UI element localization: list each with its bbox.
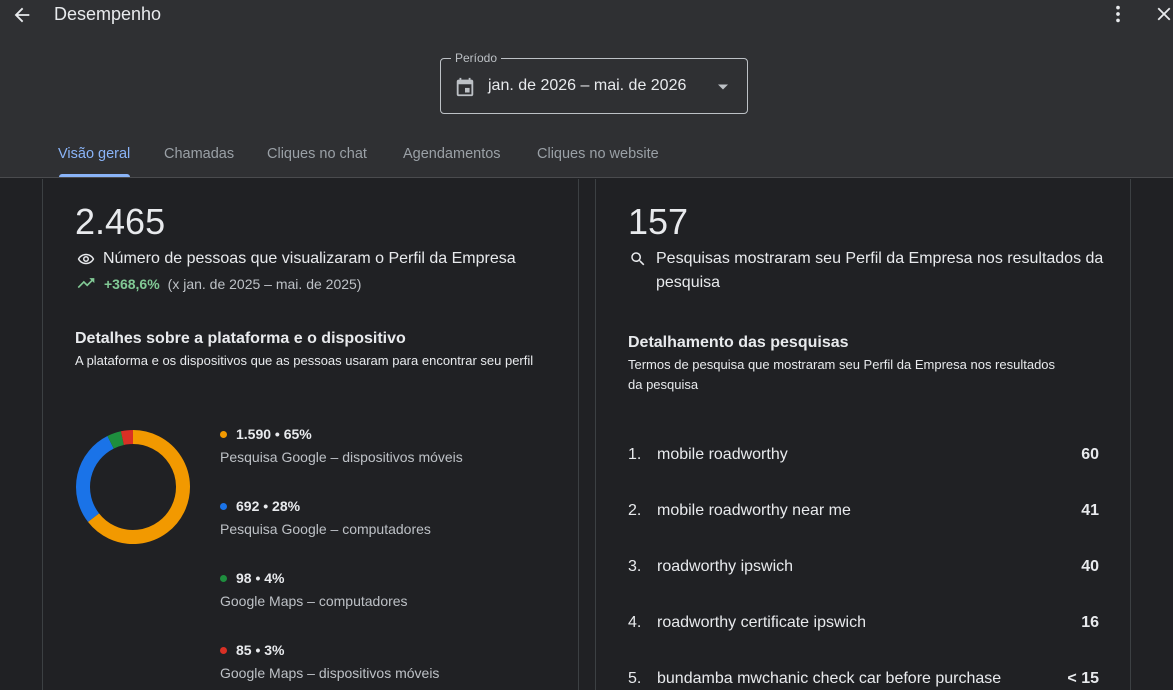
search-count: 16	[1081, 614, 1099, 631]
legend-item: 692 • 28% Pesquisa Google – computadores	[220, 498, 431, 537]
rank-number: 4.	[628, 614, 642, 631]
page-title: Desempenho	[54, 4, 162, 24]
calendar-icon	[456, 77, 474, 97]
search-term: mobile roadworthy	[657, 446, 788, 463]
orange-dot	[220, 430, 227, 438]
legend-value: 98 • 4%	[236, 570, 285, 586]
searches-label: Pesquisas mostraram seu Perfil da Empres…	[656, 250, 1104, 291]
eye-icon	[77, 253, 95, 265]
legend-label: Pesquisa Google – computadores	[220, 521, 431, 537]
legend-label: Google Maps – computadores	[220, 593, 408, 609]
period-selector[interactable]: Período jan. de 2026 – mai. de 2026	[440, 51, 748, 114]
search-count: 40	[1081, 558, 1099, 575]
tab-visao-geral[interactable]: Visão geral	[58, 146, 130, 162]
profile-views-count: 2.465	[75, 201, 166, 242]
search-term: roadworthy certificate ipswich	[657, 614, 866, 631]
searches-card: 157 Pesquisas mostraram seu Perfil da Em…	[595, 179, 1131, 690]
search-term: mobile roadworthy near me	[657, 502, 851, 519]
search-term-row[interactable]: 1. mobile roadworthy 60	[628, 443, 1099, 467]
search-term-row[interactable]: 5. bundamba mwchanic check car before pu…	[628, 667, 1099, 690]
legend-label: Pesquisa Google – dispositivos móveis	[220, 449, 463, 465]
profile-views-label: Número de pessoas que visualizaram o Per…	[103, 250, 516, 267]
searches-count: 157	[628, 201, 689, 242]
green-dot	[220, 574, 227, 582]
search-term-row[interactable]: 3. roadworthy ipswich 40	[628, 555, 1099, 579]
search-count: 41	[1081, 502, 1099, 519]
dropdown-arrow-icon	[718, 84, 728, 90]
trend-range: (x jan. de 2025 – mai. de 2025)	[167, 276, 362, 292]
profile-views-card: 2.465 Número de pessoas que visualizaram…	[42, 179, 579, 690]
legend-item: 85 • 3% Google Maps – dispositivos móvei…	[220, 642, 439, 681]
legend-item: 1.590 • 65% Pesquisa Google – dispositiv…	[220, 426, 463, 465]
platform-subtitle: A plataforma e os dispositivos que as pe…	[75, 353, 534, 368]
more-options-button[interactable]	[1106, 2, 1130, 26]
tab-agendamentos[interactable]: Agendamentos	[403, 146, 501, 162]
arrow-left-icon	[14, 7, 30, 23]
rank-number: 1.	[628, 446, 642, 463]
tab-chamadas[interactable]: Chamadas	[164, 146, 234, 162]
platform-donut-chart	[76, 430, 190, 544]
active-tab-indicator	[59, 174, 130, 177]
tab-cliques-no-chat[interactable]: Cliques no chat	[267, 146, 367, 162]
donut-slice-1	[76, 436, 115, 522]
tab-bar: Visão geral Chamadas Cliques no chat Age…	[0, 136, 1173, 178]
legend-value: 1.590 • 65%	[236, 426, 312, 442]
rank-number: 5.	[628, 670, 642, 687]
legend-value: 85 • 3%	[236, 642, 285, 658]
platform-title: Detalhes sobre a plataforma e o disposit…	[75, 330, 406, 347]
trending-up-icon	[77, 278, 95, 289]
trend-row: +368,6% (x jan. de 2025 – mai. de 2025)	[76, 276, 361, 292]
legend-value: 692 • 28%	[236, 498, 301, 514]
rank-number: 2.	[628, 502, 642, 519]
blue-dot	[220, 502, 227, 510]
tab-cliques-no-website[interactable]: Cliques no website	[537, 146, 659, 162]
search-count: < 15	[1067, 670, 1099, 687]
search-term: bundamba mwchanic check car before purch…	[657, 670, 1002, 687]
red-dot	[220, 646, 227, 654]
trend-value: +368,6%	[104, 276, 160, 292]
search-term: roadworthy ipswich	[657, 558, 794, 575]
searches-title: Detalhamento das pesquisas	[628, 334, 849, 351]
search-term-row[interactable]: 4. roadworthy certificate ipswich 16	[628, 611, 1099, 635]
search-icon	[631, 252, 645, 266]
legend-label: Google Maps – dispositivos móveis	[220, 665, 440, 681]
donut-slice-2	[107, 431, 125, 449]
close-icon	[1157, 7, 1171, 21]
search-term-row[interactable]: 2. mobile roadworthy near me 41	[628, 499, 1099, 523]
top-bar: Desempenho Período jan. de 2026 – mai. d…	[0, 0, 1173, 178]
searches-subtitle: Termos de pesquisa que mostraram seu Per…	[628, 357, 1056, 392]
period-value: jan. de 2026 – mai. de 2026	[488, 77, 687, 94]
donut-slice-3	[120, 430, 134, 446]
legend-item: 98 • 4% Google Maps – computadores	[220, 570, 408, 609]
period-label: Período	[451, 51, 502, 65]
more-vert-icon	[1116, 5, 1120, 23]
close-button[interactable]	[1152, 2, 1173, 26]
back-button[interactable]	[8, 1, 36, 29]
search-count: 60	[1081, 446, 1099, 463]
rank-number: 3.	[628, 558, 642, 575]
